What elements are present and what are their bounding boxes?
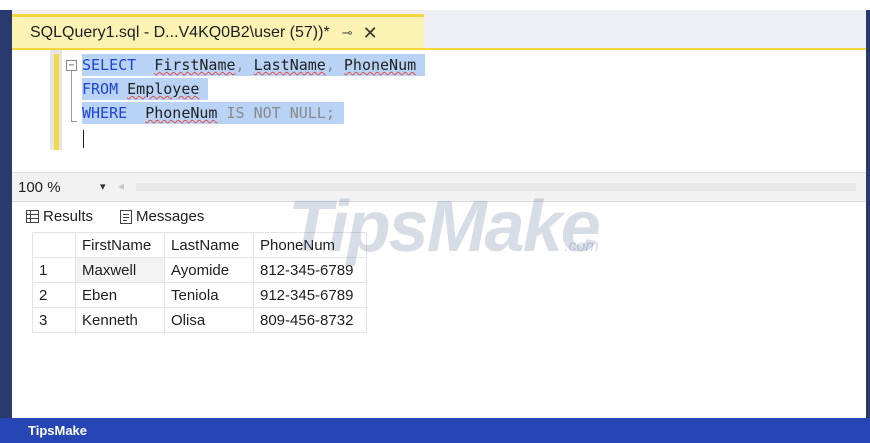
table-employee: Employee — [127, 80, 200, 98]
keyword-from: FROM — [82, 80, 119, 98]
row-number[interactable]: 1 — [32, 257, 76, 283]
row-number[interactable]: 3 — [32, 307, 76, 333]
scroll-left-icon[interactable]: ◂ — [118, 179, 124, 193]
comma-2: , — [325, 56, 344, 74]
table-row: 3 Kenneth Olisa 809-456-8732 — [32, 307, 367, 333]
window-frame-right — [866, 10, 870, 418]
cell-phonenum[interactable]: 912-345-6789 — [253, 282, 367, 308]
table-row: 1 Maxwell Ayomide 812-345-6789 — [32, 257, 367, 283]
cell-lastname[interactable]: Olisa — [164, 307, 254, 333]
tab-title: SQLQuery1.sql - D...V4KQ0B2\user (57))* — [30, 23, 330, 41]
cell-phonenum[interactable]: 812-345-6789 — [253, 257, 367, 283]
where-column: PhoneNum — [145, 104, 218, 122]
fold-guide-end — [71, 121, 77, 122]
fold-guide — [71, 71, 72, 121]
column-lastname: LastName — [253, 56, 326, 74]
row-number-header[interactable] — [32, 232, 76, 258]
footer-brand: TipsMake — [28, 423, 88, 438]
header-firstname[interactable]: FirstName — [75, 232, 165, 258]
code-line-3[interactable]: WHERE PhoneNum IS NOT NULL; — [82, 102, 344, 124]
code-line-2[interactable]: FROM Employee — [82, 78, 209, 100]
query-document-tab[interactable]: SQLQuery1.sql - D...V4KQ0B2\user (57))* … — [12, 14, 424, 48]
column-firstname: FirstName — [154, 56, 236, 74]
results-grid: FirstName LastName PhoneNum 1 Maxwell Ay… — [32, 232, 367, 333]
header-lastname[interactable]: LastName — [164, 232, 254, 258]
tab-messages-label: Messages — [136, 208, 205, 225]
tab-results[interactable]: Results — [26, 208, 93, 225]
footer-brand-bar: TipsMake — [0, 418, 870, 443]
horizontal-scrollbar[interactable] — [136, 183, 856, 191]
grid-header-row: FirstName LastName PhoneNum — [32, 232, 367, 258]
column-phonenum: PhoneNum — [343, 56, 417, 74]
close-icon[interactable]: ✕ — [363, 24, 378, 42]
results-tab-strip: Results Messages — [12, 202, 866, 232]
cell-firstname[interactable]: Kenneth — [75, 307, 165, 333]
query-editor[interactable]: − SELECT FirstName, LastName, PhoneNum F… — [12, 48, 866, 172]
zoom-level[interactable]: 100 % — [18, 179, 61, 196]
tab-messages[interactable]: Messages — [120, 208, 204, 225]
messages-icon — [120, 209, 132, 224]
results-grid-pane: FirstName LastName PhoneNum 1 Maxwell Ay… — [12, 232, 866, 418]
row-number[interactable]: 2 — [32, 282, 76, 308]
cell-firstname[interactable]: Eben — [75, 282, 165, 308]
collapse-icon[interactable]: − — [66, 60, 77, 71]
cell-firstname[interactable]: Maxwell — [75, 257, 165, 283]
zoom-bar: 100 % ▾ ◂ — [12, 172, 866, 202]
keyword-select: SELECT — [82, 56, 137, 74]
is-not-null: IS NOT NULL; — [226, 104, 335, 122]
header-phonenum[interactable]: PhoneNum — [253, 232, 367, 258]
cell-lastname[interactable]: Teniola — [164, 282, 254, 308]
code-line-1[interactable]: SELECT FirstName, LastName, PhoneNum — [82, 54, 426, 76]
text-cursor — [83, 130, 84, 148]
table-row: 2 Eben Teniola 912-345-6789 — [32, 282, 367, 308]
change-tracking-bar — [54, 54, 59, 150]
zoom-dropdown-icon[interactable]: ▾ — [100, 180, 106, 193]
cell-lastname[interactable]: Ayomide — [164, 257, 254, 283]
pin-icon[interactable]: ⊸ — [342, 25, 353, 41]
grid-icon — [26, 210, 39, 223]
tab-results-label: Results — [43, 208, 94, 225]
cell-phonenum[interactable]: 809-456-8732 — [253, 307, 367, 333]
window-frame-left — [0, 10, 12, 418]
keyword-where: WHERE — [82, 104, 128, 122]
comma-1: , — [235, 56, 254, 74]
top-margin — [0, 0, 870, 10]
